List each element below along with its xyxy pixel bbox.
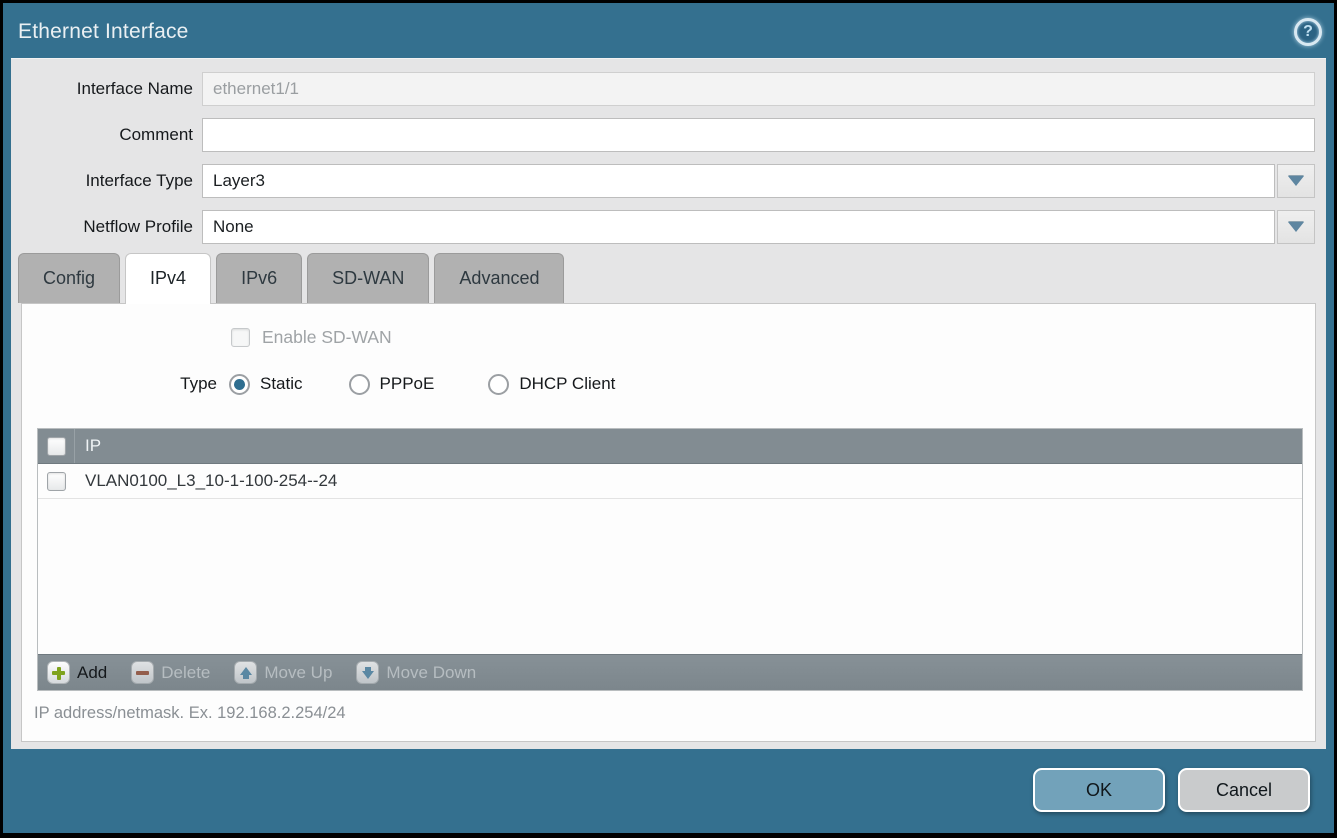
ethernet-interface-dialog: Ethernet Interface ? Interface Name Comm… bbox=[0, 0, 1337, 838]
column-header-ip: IP bbox=[75, 436, 101, 456]
plus-icon bbox=[47, 661, 70, 684]
dhcp-client-radio[interactable] bbox=[488, 374, 509, 395]
type-label: Type bbox=[22, 374, 223, 394]
netflow-profile-label: Netflow Profile bbox=[11, 217, 202, 237]
interface-name-label: Interface Name bbox=[11, 79, 202, 99]
table-body: VLAN0100_L3_10-1-100-254--24 bbox=[38, 464, 1302, 654]
chevron-down-icon bbox=[1288, 222, 1304, 232]
move-down-button: Move Down bbox=[356, 661, 476, 684]
table-toolbar: Add Delete Move Up Move Down bbox=[38, 654, 1302, 690]
comment-row: Comment bbox=[11, 118, 1315, 152]
form-area: Interface Name Comment Interface Type bbox=[11, 59, 1326, 244]
radio-option-pppoe: PPPoE bbox=[349, 374, 435, 395]
ip-format-hint: IP address/netmask. Ex. 192.168.2.254/24 bbox=[34, 704, 346, 723]
dialog-frame: Ethernet Interface ? Interface Name Comm… bbox=[3, 3, 1334, 833]
tab-sdwan[interactable]: SD-WAN bbox=[307, 253, 429, 303]
ok-button[interactable]: OK bbox=[1033, 768, 1165, 812]
interface-name-row: Interface Name bbox=[11, 72, 1315, 106]
tab-ipv4[interactable]: IPv4 bbox=[125, 253, 211, 304]
help-icon[interactable]: ? bbox=[1294, 18, 1322, 46]
tab-config[interactable]: Config bbox=[18, 253, 120, 303]
table-header: IP bbox=[38, 429, 1302, 464]
netflow-profile-dropdown-button[interactable] bbox=[1277, 210, 1315, 244]
move-up-button: Move Up bbox=[234, 661, 332, 684]
enable-sdwan-row: Enable SD-WAN bbox=[231, 327, 392, 348]
comment-input[interactable] bbox=[202, 118, 1315, 152]
interface-type-select[interactable] bbox=[202, 164, 1275, 198]
radio-option-dhcp-client: DHCP Client bbox=[488, 374, 615, 395]
radio-option-static: Static bbox=[229, 374, 303, 395]
comment-label: Comment bbox=[11, 125, 202, 145]
pppoe-radio[interactable] bbox=[349, 374, 370, 395]
dhcp-client-radio-label: DHCP Client bbox=[519, 374, 615, 394]
interface-type-dropdown-button[interactable] bbox=[1277, 164, 1315, 198]
type-radio-group: Type Static PPPoE DHCP Client bbox=[22, 371, 615, 397]
move-down-button-label: Move Down bbox=[386, 663, 476, 683]
chevron-down-icon bbox=[1288, 176, 1304, 186]
enable-sdwan-label: Enable SD-WAN bbox=[262, 327, 392, 348]
arrow-down-icon bbox=[356, 661, 379, 684]
ip-address-table: IP VLAN0100_L3_10-1-100-254--24 bbox=[37, 428, 1303, 691]
interface-type-label: Interface Type bbox=[11, 171, 202, 191]
tab-bar: Config IPv4 IPv6 SD-WAN Advanced bbox=[18, 253, 569, 303]
add-button-label: Add bbox=[77, 663, 107, 683]
minus-icon bbox=[131, 661, 154, 684]
ipv4-panel: Enable SD-WAN Type Static PPPoE DHCP Cli… bbox=[21, 303, 1316, 742]
delete-button: Delete bbox=[131, 661, 210, 684]
row-checkbox[interactable] bbox=[47, 472, 66, 491]
static-radio-label: Static bbox=[260, 374, 303, 394]
tab-advanced[interactable]: Advanced bbox=[434, 253, 564, 303]
page-title: Ethernet Interface bbox=[18, 3, 189, 60]
add-button[interactable]: Add bbox=[47, 661, 107, 684]
header-checkbox-cell bbox=[38, 429, 75, 463]
row-checkbox-cell bbox=[38, 472, 75, 491]
netflow-profile-select[interactable] bbox=[202, 210, 1275, 244]
table-row[interactable]: VLAN0100_L3_10-1-100-254--24 bbox=[38, 464, 1302, 499]
static-radio[interactable] bbox=[229, 374, 250, 395]
select-all-checkbox[interactable] bbox=[47, 437, 66, 456]
move-up-button-label: Move Up bbox=[264, 663, 332, 683]
titlebar: Ethernet Interface ? bbox=[3, 3, 1334, 58]
netflow-profile-row: Netflow Profile bbox=[11, 210, 1315, 244]
dialog-content: Interface Name Comment Interface Type bbox=[11, 58, 1326, 749]
delete-button-label: Delete bbox=[161, 663, 210, 683]
ip-address-value[interactable]: VLAN0100_L3_10-1-100-254--24 bbox=[75, 471, 337, 491]
enable-sdwan-checkbox bbox=[231, 328, 250, 347]
interface-name-input bbox=[202, 72, 1315, 106]
arrow-up-icon bbox=[234, 661, 257, 684]
tab-ipv6[interactable]: IPv6 bbox=[216, 253, 302, 303]
cancel-button[interactable]: Cancel bbox=[1178, 768, 1310, 812]
interface-type-row: Interface Type bbox=[11, 164, 1315, 198]
pppoe-radio-label: PPPoE bbox=[380, 374, 435, 394]
